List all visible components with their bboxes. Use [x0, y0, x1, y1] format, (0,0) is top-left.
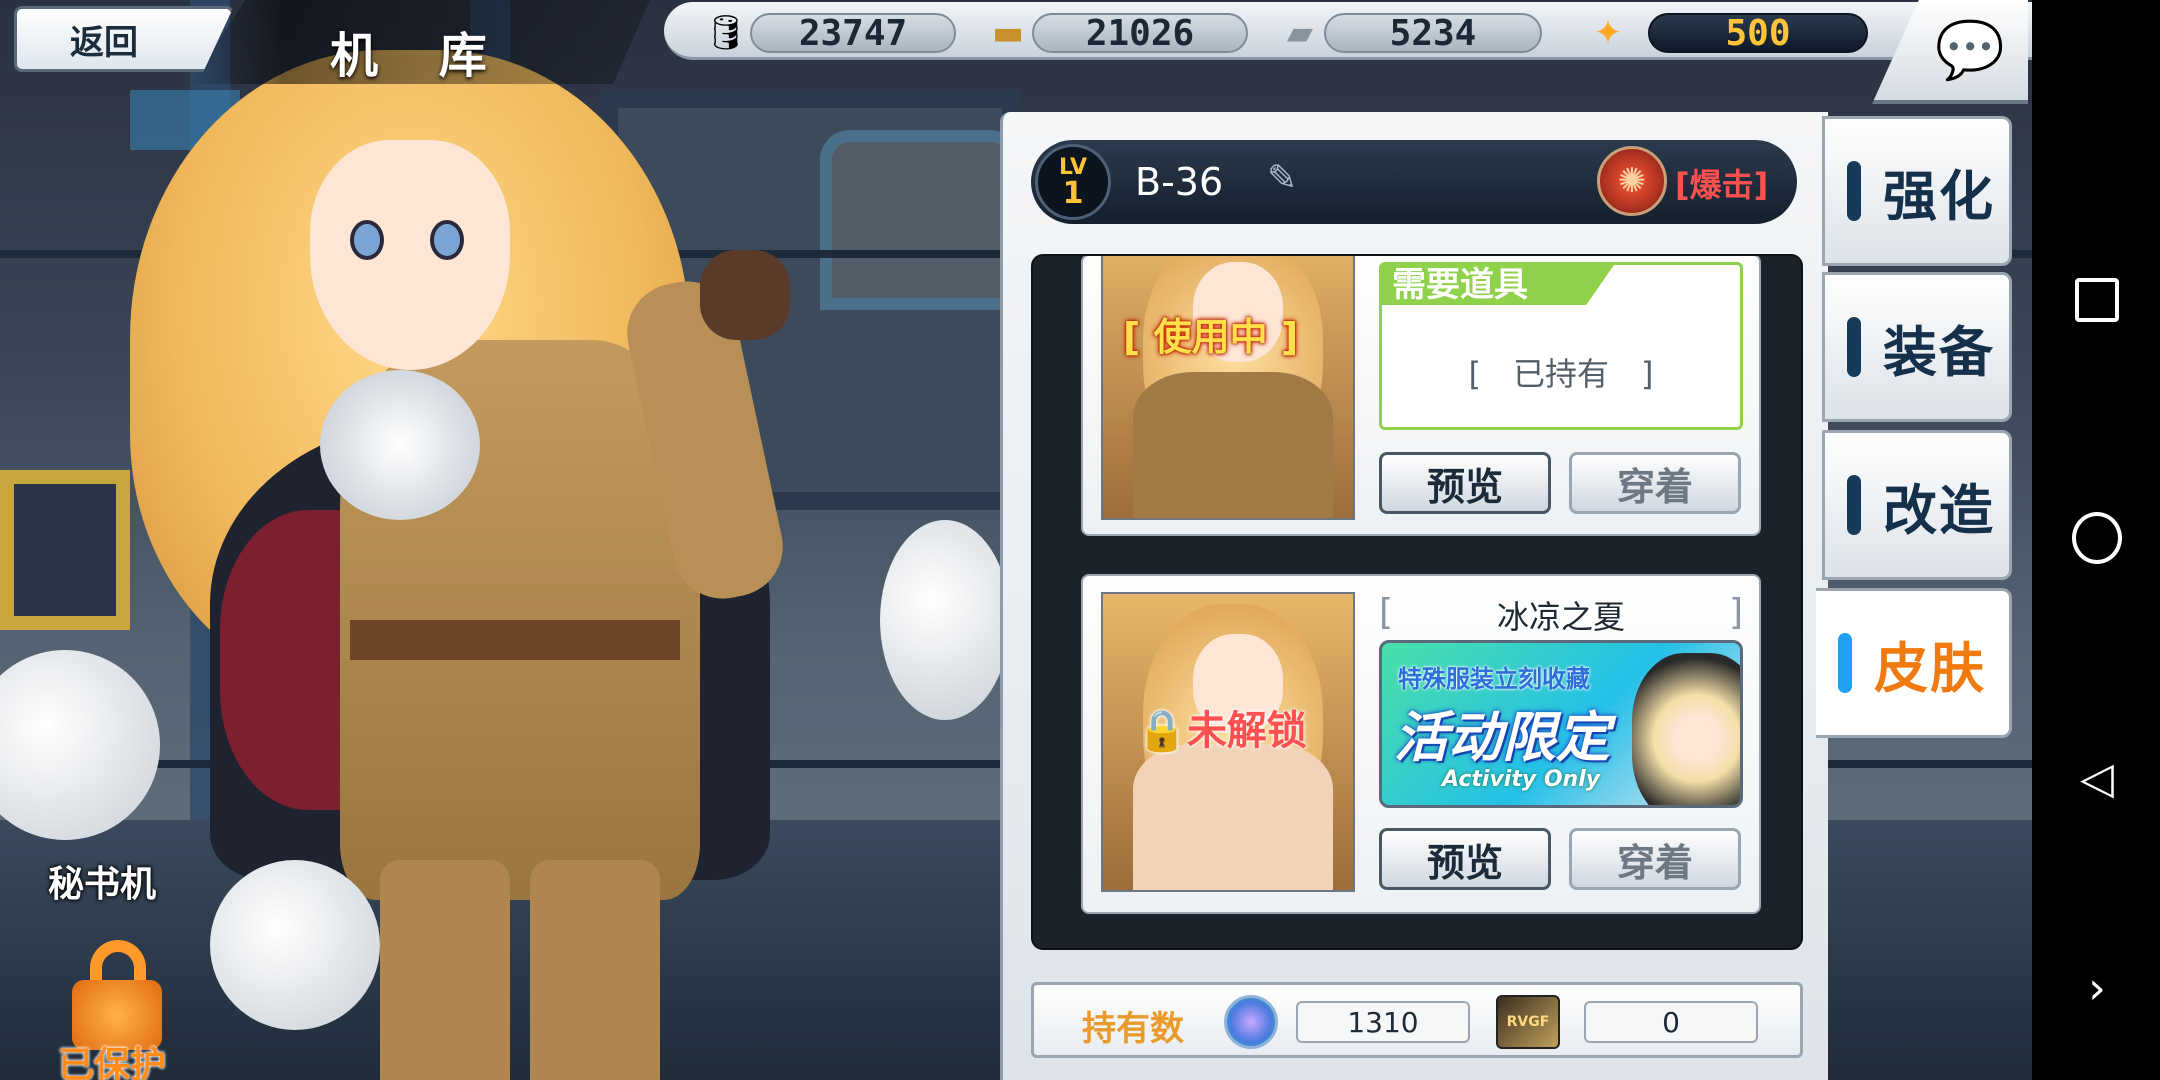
lock-label: 已保护	[58, 1045, 167, 1080]
resource-ammo[interactable]: ▬ 21026	[984, 12, 1248, 54]
resource-fuel[interactable]: 🛢 23747	[702, 12, 956, 54]
owned-count-bar: 持有数 1310 RVGF 0	[1031, 982, 1803, 1058]
trait-label: [爆击]	[1675, 166, 1769, 204]
event-sub-text: Activity Only	[1442, 767, 1601, 792]
required-item-tab: 需要道具	[1382, 265, 1614, 305]
character-leg	[380, 860, 510, 1080]
skin-card-current: [ 使用中 ] 需要道具 [ 已持有 ] 预览 穿着	[1081, 256, 1761, 536]
character-face	[310, 140, 510, 370]
chat-icon: 💬	[1935, 18, 2005, 83]
thumb-body	[1133, 372, 1333, 518]
event-top-text: 特殊服装立刻收藏	[1398, 665, 1590, 693]
level-value: 1	[1062, 176, 1084, 211]
skin-thumbnail[interactable]: 🔒未解锁	[1101, 592, 1355, 892]
character-shoulder-armor	[320, 370, 480, 520]
required-item-status: [ 已持有 ]	[1468, 355, 1654, 393]
tab-marker	[1847, 161, 1861, 221]
locked-badge: 🔒未解锁	[1137, 698, 1307, 756]
preview-button[interactable]: 预览	[1379, 452, 1551, 514]
robot-mascot	[880, 520, 1010, 720]
character-eye	[430, 220, 464, 260]
tab-equipment[interactable]: 装备	[1822, 272, 2012, 422]
required-item-box: 需要道具 [ 已持有 ]	[1379, 262, 1743, 430]
ammo-value: 21026	[1032, 13, 1248, 54]
robot-mascot	[210, 860, 380, 1030]
tab-marker	[1847, 317, 1861, 377]
secretary-label[interactable]: 秘书机	[48, 855, 156, 907]
medal-value: 500	[1648, 13, 1868, 54]
tab-marker	[1847, 475, 1861, 535]
bracket-right: ]	[1728, 592, 1743, 633]
tab-enhance[interactable]: 强化	[1822, 116, 2012, 266]
tab-label: 装备	[1883, 320, 1995, 384]
character-leg	[530, 860, 660, 1080]
resource-medal[interactable]: ✦ 500	[1584, 12, 1868, 54]
skin-name-row: [ 冰凉之夏 ]	[1379, 592, 1743, 638]
back-button[interactable]: 返回	[14, 6, 234, 72]
ticket-icon-text: RVGF	[1506, 1014, 1550, 1030]
resource-bar: 🛢 23747 ▬ 21026 ▰ 5234 ✦ 500	[664, 2, 2034, 60]
skin-list[interactable]: [ 使用中 ] 需要道具 [ 已持有 ] 预览 穿着 🔒未解锁 [ 冰凉之夏 ]	[1031, 254, 1803, 950]
thumb-body	[1133, 744, 1333, 890]
character-belt	[350, 620, 680, 660]
skin-thumbnail[interactable]: [ 使用中 ]	[1101, 256, 1355, 520]
skin-card-summer: 🔒未解锁 [ 冰凉之夏 ] 特殊服装立刻收藏 活动限定 Activity Onl…	[1081, 574, 1761, 914]
fuel-value: 23747	[750, 13, 956, 54]
ship-name: B-36	[1135, 160, 1224, 204]
event-character-art	[1632, 653, 1740, 805]
steel-value: 5234	[1324, 13, 1542, 54]
gem-count: 1310	[1296, 1001, 1470, 1043]
event-main-text: 活动限定	[1394, 706, 1610, 769]
back-nav-button[interactable]: ◁	[2072, 752, 2122, 804]
back-button-label: 返回	[70, 22, 138, 63]
tab-label: 改造	[1883, 478, 1995, 542]
fuel-icon: 🛢	[704, 13, 748, 53]
in-use-badge: [ 使用中 ]	[1123, 315, 1299, 359]
chevron-right-icon: ›	[2088, 962, 2106, 1014]
ticket-icon: RVGF	[1496, 995, 1560, 1049]
ship-header: LV 1 B-36 ✎ ✺ [爆击]	[1031, 140, 1797, 224]
padlock-icon: 🔒	[1137, 708, 1187, 754]
page-title: 机 库	[330, 28, 509, 84]
wear-button[interactable]: 穿着	[1569, 828, 1741, 890]
owned-label: 持有数	[1082, 1009, 1184, 1049]
resource-steel[interactable]: ▰ 5234	[1276, 12, 1542, 54]
character-glove	[700, 250, 790, 340]
skin-name: 冰凉之夏	[1496, 598, 1625, 636]
preview-button[interactable]: 预览	[1379, 828, 1551, 890]
tab-remodel[interactable]: 改造	[1822, 430, 2012, 580]
tab-marker	[1838, 633, 1852, 693]
rename-pen-icon[interactable]: ✎	[1267, 158, 1297, 199]
steel-icon: ▰	[1286, 13, 1314, 53]
side-tabs: 强化 装备 改造 皮肤	[1816, 112, 2012, 1080]
tab-label: 皮肤	[1874, 636, 1986, 700]
critical-trait-icon: ✺	[1597, 146, 1667, 216]
bracket-left: [	[1379, 592, 1394, 633]
skin-panel: LV 1 B-36 ✎ ✺ [爆击] [ 使用中 ] 需要道具 [ 已持有 ] …	[1000, 112, 1828, 1080]
system-nav-bar: ◁ ›	[2032, 0, 2160, 1080]
wear-button[interactable]: 穿着	[1569, 452, 1741, 514]
recent-apps-button[interactable]	[2072, 275, 2122, 325]
level-badge: LV 1	[1035, 144, 1111, 220]
protect-lock-button[interactable]: 已保护	[50, 940, 180, 1080]
home-button[interactable]	[2072, 512, 2122, 564]
square-icon	[2075, 278, 2119, 322]
medal-icon: ✦	[1593, 13, 1623, 53]
locked-label: 未解锁	[1186, 708, 1307, 754]
ammo-icon: ▬	[991, 13, 1025, 53]
event-limited-banner: 特殊服装立刻收藏 活动限定 Activity Only	[1379, 640, 1743, 808]
tab-label: 强化	[1883, 164, 1995, 228]
tab-skin[interactable]: 皮肤	[1816, 588, 2012, 738]
character-illustration[interactable]	[60, 40, 960, 1080]
character-eye	[350, 220, 384, 260]
ticket-count: 0	[1584, 1001, 1758, 1043]
gem-icon	[1224, 995, 1278, 1049]
triangle-back-icon: ◁	[2080, 752, 2114, 804]
circle-icon	[2072, 512, 2122, 564]
expand-nav-button[interactable]: ›	[2072, 962, 2122, 1014]
